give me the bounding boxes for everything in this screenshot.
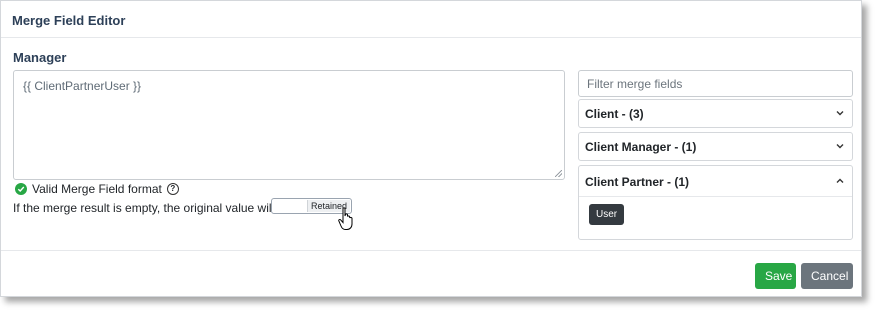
group-header[interactable]: Client Partner - (1) xyxy=(579,166,852,197)
filter-merge-fields-input[interactable] xyxy=(578,70,853,97)
check-circle-icon xyxy=(15,183,27,195)
group-client-manager[interactable]: Client Manager - (1) xyxy=(578,132,853,161)
help-icon[interactable]: ? xyxy=(166,183,179,195)
cancel-button[interactable]: Cancel xyxy=(801,263,853,289)
validation-status: Valid Merge Field format ? xyxy=(15,182,179,196)
dialog-title: Merge Field Editor xyxy=(12,13,126,28)
hand-pointer-icon xyxy=(338,207,353,230)
merge-field-editor-dialog: Merge Field Editor Manager {{ ClientPart… xyxy=(0,0,862,297)
dialog-footer xyxy=(1,250,861,251)
group-label: Client - (3) xyxy=(585,107,644,121)
merge-field-user-button[interactable]: User xyxy=(589,204,625,225)
group-client-partner: Client Partner - (1) User xyxy=(578,165,853,240)
group-label: Client Manager - (1) xyxy=(585,140,697,154)
merge-field-editor-textarea[interactable]: {{ ClientPartnerUser }} xyxy=(13,70,565,180)
chevron-down-icon xyxy=(836,111,844,116)
save-button[interactable]: Save xyxy=(755,263,796,289)
group-label: Client Partner - (1) xyxy=(585,175,690,189)
empty-result-label: If the merge result is empty, the origin… xyxy=(13,201,291,215)
chevron-down-icon xyxy=(836,144,844,149)
group-client[interactable]: Client - (3) xyxy=(578,99,853,128)
dialog-header: Merge Field Editor xyxy=(1,1,861,38)
field-label: Manager xyxy=(13,50,67,65)
validation-text: Valid Merge Field format xyxy=(32,182,162,196)
resize-handle[interactable] xyxy=(555,170,562,177)
chevron-up-icon xyxy=(836,178,844,183)
editor-value[interactable]: {{ ClientPartnerUser }} xyxy=(23,79,141,93)
